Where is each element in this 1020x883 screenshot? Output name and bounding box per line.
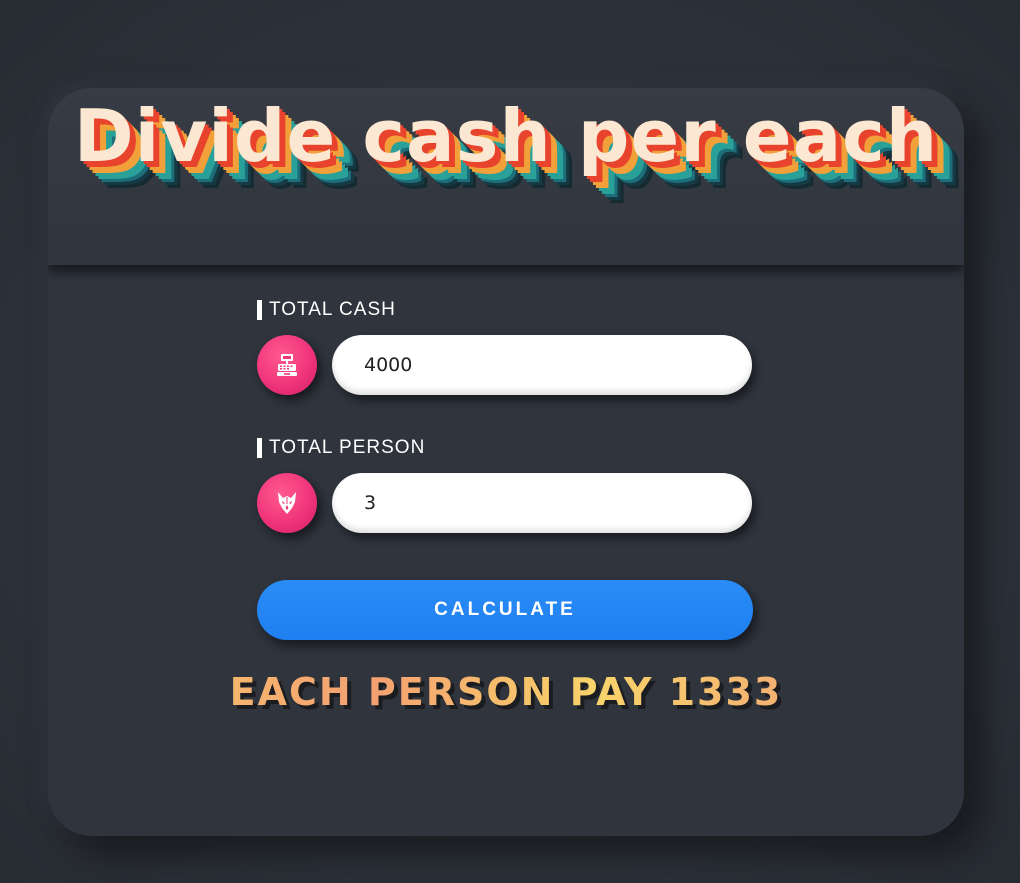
total-cash-label-text: TOTAL CASH bbox=[269, 299, 396, 320]
total-person-input[interactable] bbox=[362, 491, 726, 515]
total-person-row bbox=[257, 472, 757, 534]
calculator-card: Divide cash per each TOTAL CASH 4000 TOT… bbox=[48, 88, 964, 836]
card-header: Divide cash per each bbox=[48, 88, 964, 265]
total-cash-field[interactable] bbox=[332, 335, 752, 395]
label-marker bbox=[257, 438, 262, 458]
total-cash-label: TOTAL CASH bbox=[257, 298, 757, 322]
cash-register-icon bbox=[257, 335, 317, 395]
page: Divide cash per each TOTAL CASH 4000 TOT… bbox=[0, 0, 1020, 883]
page-title: Divide cash per each bbox=[73, 94, 939, 178]
divide-form: TOTAL CASH 4000 TOTAL PERSON 3 CALCULATE bbox=[257, 298, 757, 640]
total-person-group: TOTAL PERSON bbox=[257, 436, 757, 534]
total-person-field[interactable] bbox=[332, 473, 752, 533]
total-cash-input[interactable] bbox=[362, 353, 726, 377]
label-marker bbox=[257, 300, 262, 320]
total-cash-group: TOTAL CASH bbox=[257, 298, 757, 396]
total-person-label-text: TOTAL PERSON bbox=[269, 437, 426, 458]
total-person-label: TOTAL PERSON bbox=[257, 436, 757, 460]
calculate-button[interactable]: CALCULATE bbox=[257, 580, 753, 640]
result-text: EACH PERSON PAY 1333 bbox=[48, 670, 964, 714]
wolf-icon bbox=[257, 473, 317, 533]
total-cash-row bbox=[257, 334, 757, 396]
